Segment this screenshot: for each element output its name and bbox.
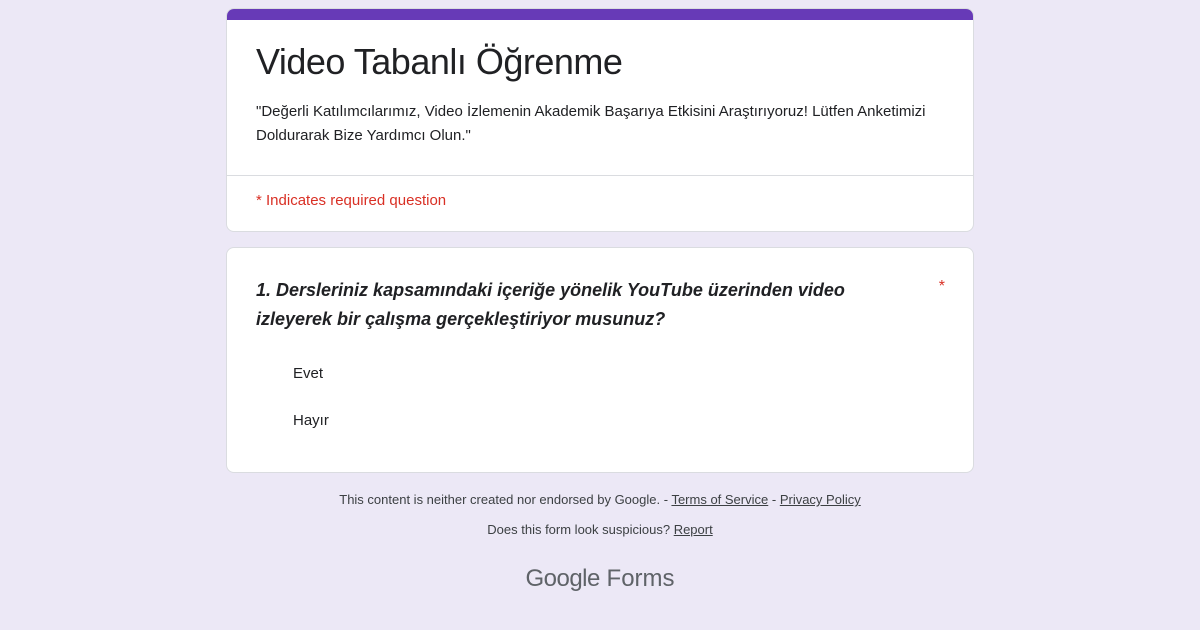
question-title: 1. Dersleriniz kapsamındaki içeriğe yöne…: [256, 280, 845, 329]
form-header-card: Video Tabanlı Öğrenme "Değerli Katılımcı…: [226, 8, 974, 232]
footer-disclaimer-line: This content is neither created nor endo…: [0, 491, 1200, 509]
google-forms-logo[interactable]: Google Forms: [0, 563, 1200, 595]
brand-google: Google: [525, 565, 600, 592]
form-description: "Değerli Katılımcılarımız, Video İzlemen…: [256, 103, 926, 144]
required-star: *: [938, 278, 945, 295]
option-hayir[interactable]: Hayır: [293, 411, 329, 431]
footer-disclaimer: This content is neither created nor endo…: [339, 492, 672, 507]
report-link[interactable]: Report: [674, 522, 713, 537]
form-container: Video Tabanlı Öğrenme "Değerli Katılımcı…: [226, 8, 974, 473]
brand-forms: Forms: [606, 565, 675, 592]
question-card: 1. Dersleriniz kapsamındaki içeriğe yöne…: [226, 247, 974, 473]
terms-of-service-link[interactable]: Terms of Service: [671, 492, 768, 507]
privacy-policy-link[interactable]: Privacy Policy: [780, 492, 861, 507]
form-accent-bar: [227, 9, 973, 20]
footer-suspicious-line: Does this form look suspicious? Report: [0, 521, 1200, 539]
footer-separator: -: [768, 492, 780, 507]
required-note: * Indicates required question: [256, 192, 447, 209]
option-evet[interactable]: Evet: [293, 364, 323, 384]
header-divider: [227, 175, 973, 176]
form-title: Video Tabanlı Öğrenme: [256, 41, 623, 82]
suspicious-text: Does this form look suspicious?: [487, 522, 674, 537]
